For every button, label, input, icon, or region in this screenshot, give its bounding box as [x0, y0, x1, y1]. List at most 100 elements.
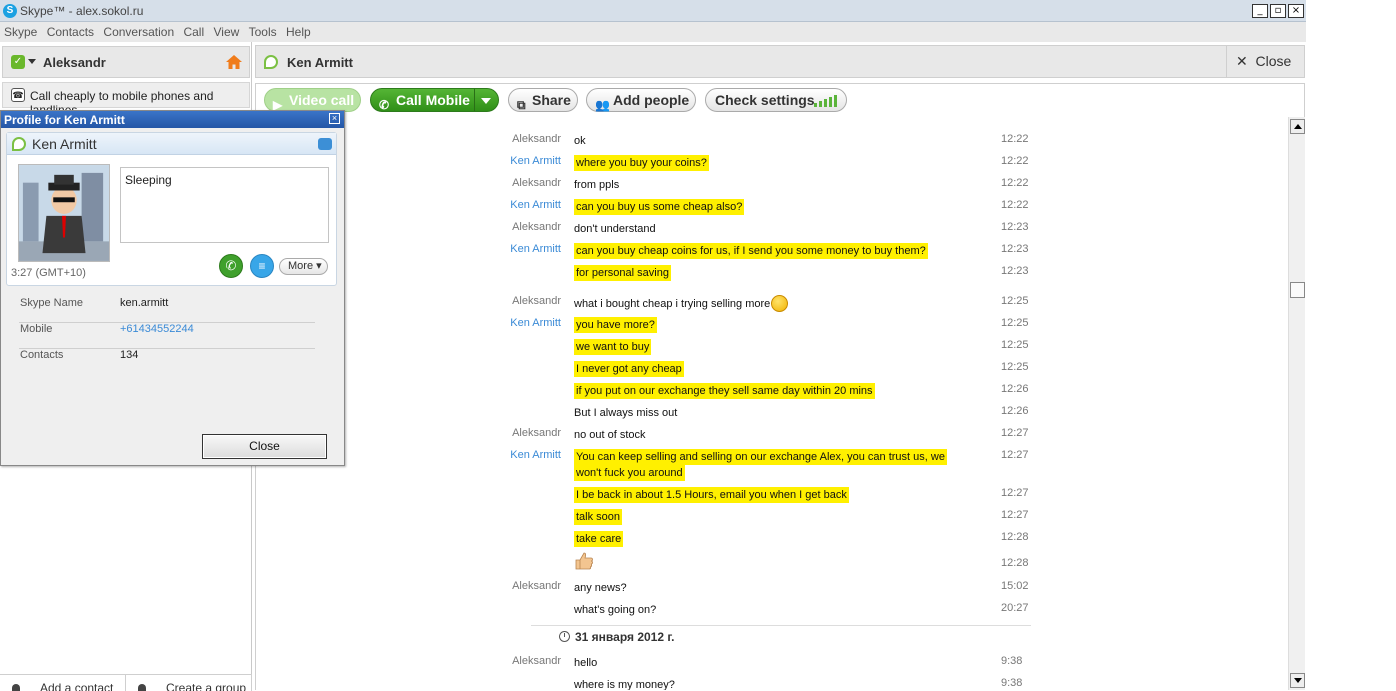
message-time: 12:22 [1001, 155, 1029, 167]
message-sender: Aleksandr [512, 221, 561, 233]
maximize-button[interactable]: ▫ [1270, 4, 1286, 18]
clock-icon [559, 631, 570, 642]
message-text: you have more? [574, 317, 657, 333]
chat-message: Aleksandr hello 9:38 [256, 651, 1286, 671]
conversation-contact-name[interactable]: Ken Armitt [287, 55, 353, 70]
menu-call[interactable]: Call [180, 22, 207, 42]
message-sender: Ken Armitt [510, 449, 561, 461]
profile-local-time: 3:27 (GMT+10) [11, 267, 86, 279]
chat-history[interactable]: 31 января 2012 г. Aleksandr ok 12:22 Ken Ar… [255, 117, 1305, 690]
message-time: 12:25 [1001, 361, 1029, 373]
message-text: I never got any cheap [574, 361, 684, 377]
contact-status-icon [264, 55, 278, 69]
message-text: no out of stock [574, 429, 646, 441]
message-text: I be back in about 1.5 Hours, email you … [574, 487, 849, 503]
message-text: can you buy us some cheap also? [574, 199, 745, 215]
avatar [18, 164, 110, 262]
signal-strength-icon [814, 95, 837, 107]
create-group-button[interactable]: Create a group [126, 675, 252, 691]
message-text: talk soon [574, 509, 623, 525]
chat-message: if you put on our exchange they sell sam… [256, 379, 1286, 399]
chat-message: Ken Armitt where you buy your coins? 12:22 [256, 151, 1286, 171]
chat-message: 12:28 [256, 552, 1286, 573]
message-time: 12:23 [1001, 265, 1029, 277]
user-status-bar[interactable]: ✓ Aleksandr [2, 46, 250, 78]
message-sender: Aleksandr [512, 580, 561, 592]
message-sender: Aleksandr [512, 177, 561, 189]
call-options-dropdown-icon[interactable] [481, 98, 491, 104]
close-window-button[interactable]: × [1288, 4, 1304, 18]
message-time: 12:26 [1001, 383, 1029, 395]
share-button[interactable]: ⧉ Share [508, 88, 578, 112]
chat-message: But I always miss out 12:26 [256, 401, 1286, 421]
online-status-icon[interactable]: ✓ [11, 55, 25, 69]
chat-message: Ken Armitt can you buy us some cheap also… [256, 195, 1286, 215]
profile-popup-title: Profile for Ken Armitt [1, 111, 344, 128]
mobile-number-link[interactable]: +61434552244 [120, 323, 194, 335]
message-time: 9:38 [1001, 655, 1023, 667]
message-time: 12:27 [1001, 509, 1029, 521]
home-icon[interactable] [225, 53, 243, 71]
minimize-button[interactable]: _ [1252, 4, 1268, 18]
call-mobile-button[interactable]: ✆ Call Mobile [370, 88, 499, 112]
sidebar-bottom-bar: Add a contact Create a group [0, 674, 252, 691]
scroll-thumb[interactable] [1290, 282, 1305, 298]
message-text: from ppls [574, 179, 620, 191]
message-text: hello [574, 657, 598, 669]
scroll-up-button[interactable] [1290, 119, 1305, 134]
message-sender: Aleksandr [512, 133, 561, 145]
video-call-button[interactable]: ▶ Video call [264, 88, 361, 112]
chat-message: talk soon 12:27 [256, 505, 1286, 525]
message-time: 15:02 [1001, 580, 1029, 592]
menu-contacts[interactable]: Contacts [44, 22, 97, 42]
chat-message: where is my money? 9:38 [256, 673, 1286, 690]
menu-help[interactable]: Help [283, 22, 314, 42]
status-dropdown-icon[interactable] [28, 59, 36, 64]
menu-conversation[interactable]: Conversation [100, 22, 177, 42]
call-phones-promo[interactable]: ☎ Call cheaply to mobile phones and land… [2, 82, 250, 117]
chat-scrollbar[interactable] [1288, 117, 1305, 690]
message-time: 12:26 [1001, 405, 1029, 417]
menu-view[interactable]: View [210, 22, 242, 42]
profile-popup: Profile for Ken Armitt × Ken Armitt Slee… [0, 110, 345, 466]
chat-message: Ken Armitt You can keep selling and selli… [256, 445, 1286, 481]
profile-chat-button[interactable]: ≡ [250, 254, 274, 278]
chat-message: I be back in about 1.5 Hours, email you … [256, 483, 1286, 503]
message-time: 12:28 [1001, 531, 1029, 543]
message-text: we want to buy [574, 339, 652, 355]
chat-message: Aleksandr ok 12:22 [256, 129, 1286, 149]
message-time: 9:38 [1001, 677, 1023, 689]
message-time: 12:28 [1001, 557, 1029, 569]
video-icon[interactable] [318, 138, 332, 150]
message-time: 12:22 [1001, 177, 1029, 189]
profile-close-button[interactable]: Close [202, 434, 327, 459]
message-sender: Ken Armitt [510, 155, 561, 167]
menu-skype[interactable]: Skype [1, 22, 40, 42]
message-time: 12:27 [1001, 427, 1029, 439]
profile-field-mobile: Mobile +61434552244 [19, 323, 315, 349]
phone-handset-icon: ✆ [225, 258, 237, 273]
check-settings-button[interactable]: Check settings [705, 88, 847, 112]
profile-call-button[interactable]: ✆ [219, 254, 243, 278]
message-text: You can keep selling and selling on our … [574, 449, 947, 481]
scroll-down-button[interactable] [1290, 673, 1305, 688]
add-contact-button[interactable]: Add a contact [0, 675, 126, 691]
phone-icon: ☎ [11, 88, 25, 102]
message-text: what i bought cheap i trying selling mor… [574, 295, 970, 312]
message-text: ok [574, 135, 586, 147]
menu-tools[interactable]: Tools [246, 22, 280, 42]
close-conversation-button[interactable]: ✕ Close [1226, 46, 1304, 77]
profile-field-skype-name: Skype Name ken.armitt [19, 297, 315, 323]
message-time: 12:25 [1001, 317, 1029, 329]
add-people-button[interactable]: 👥 Add people [586, 88, 696, 112]
user-name: Aleksandr [43, 55, 106, 70]
profile-close-icon[interactable]: × [329, 113, 340, 124]
phone-handset-icon: ✆ [379, 98, 390, 112]
chat-message: I never got any cheap 12:25 [256, 357, 1286, 377]
message-sender: Aleksandr [512, 655, 561, 667]
profile-more-button[interactable]: More ▾ [279, 258, 328, 275]
contact-status-icon [12, 137, 26, 151]
message-text: if you put on our exchange they sell sam… [574, 383, 875, 399]
add-people-icon: 👥 [595, 98, 610, 112]
window-controls: _ ▫ × [1252, 4, 1304, 18]
